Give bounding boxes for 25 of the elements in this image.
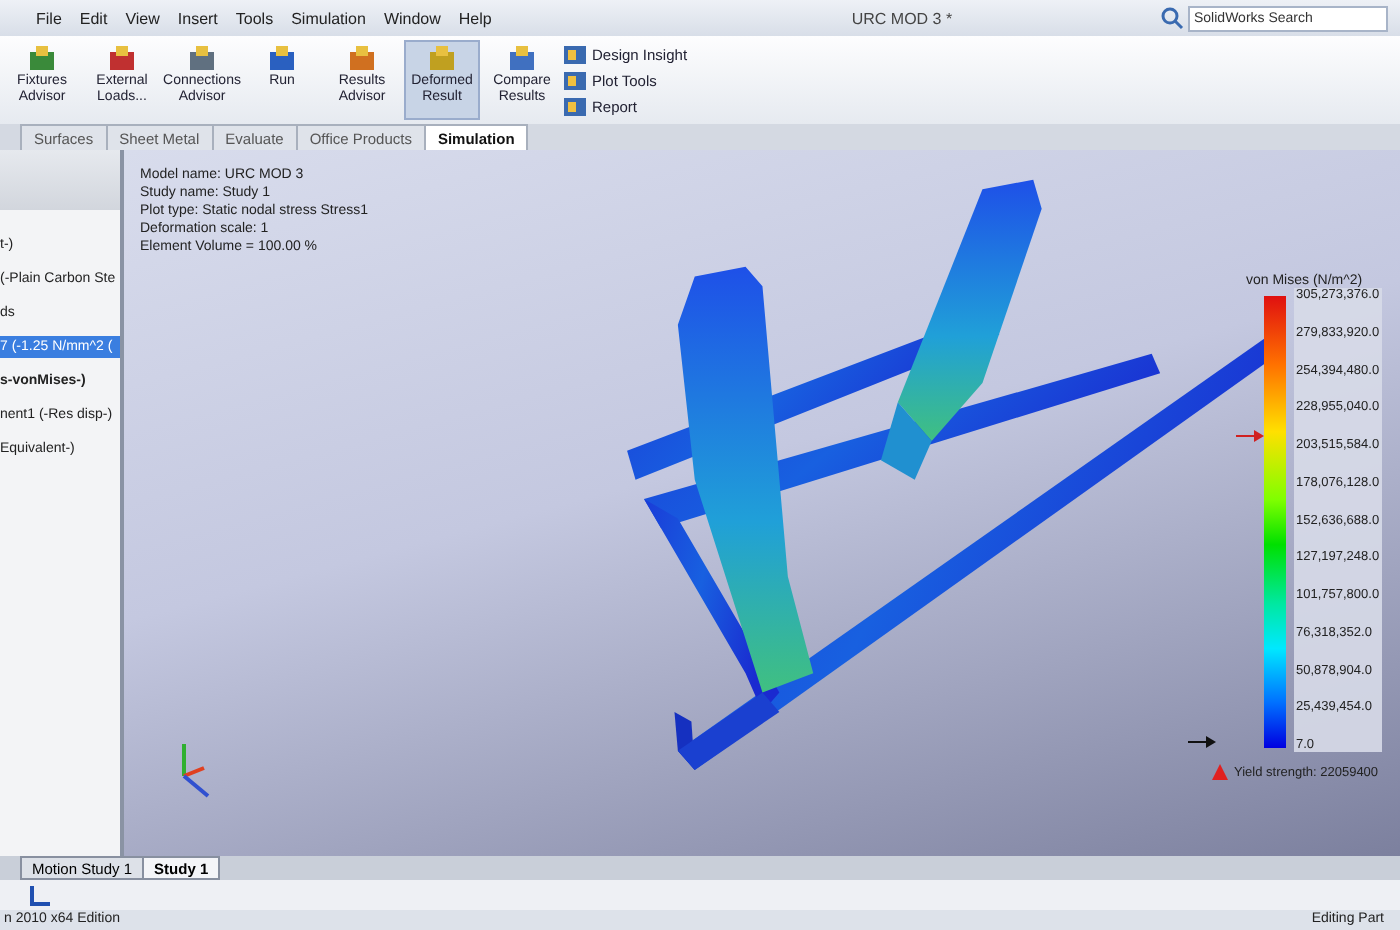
menu-item[interactable]: Edit	[79, 9, 108, 27]
toolbar-icon	[426, 46, 458, 74]
minimum-pointer-icon	[1188, 736, 1216, 748]
toolbar-icon	[186, 46, 218, 74]
yield-pointer-icon	[1236, 430, 1264, 442]
toolbar-icon	[106, 46, 138, 74]
menu-item[interactable]: Simulation	[291, 9, 366, 27]
menu-item[interactable]: View	[125, 9, 160, 27]
panel-header	[0, 150, 120, 210]
menu-item[interactable]: File	[36, 9, 62, 27]
search-icon	[1160, 6, 1184, 30]
menu-item[interactable]: Insert	[177, 9, 218, 27]
menu-item[interactable]: Tools	[235, 9, 274, 27]
window-title: URC MOD 3 *	[851, 9, 953, 27]
toolbar-icon	[346, 46, 378, 74]
warning-icon	[1212, 764, 1228, 780]
toolbar-icon	[564, 43, 586, 65]
chart-icon[interactable]	[28, 883, 52, 907]
menu-item[interactable]: Window	[383, 9, 441, 27]
toolbar-icon	[506, 46, 538, 74]
menu-item[interactable]: Help	[458, 9, 492, 27]
toolbar-icon	[564, 69, 586, 91]
toolbar-icon	[266, 46, 298, 74]
toolbar-icon	[564, 95, 586, 117]
toolbar-icon	[26, 46, 58, 74]
